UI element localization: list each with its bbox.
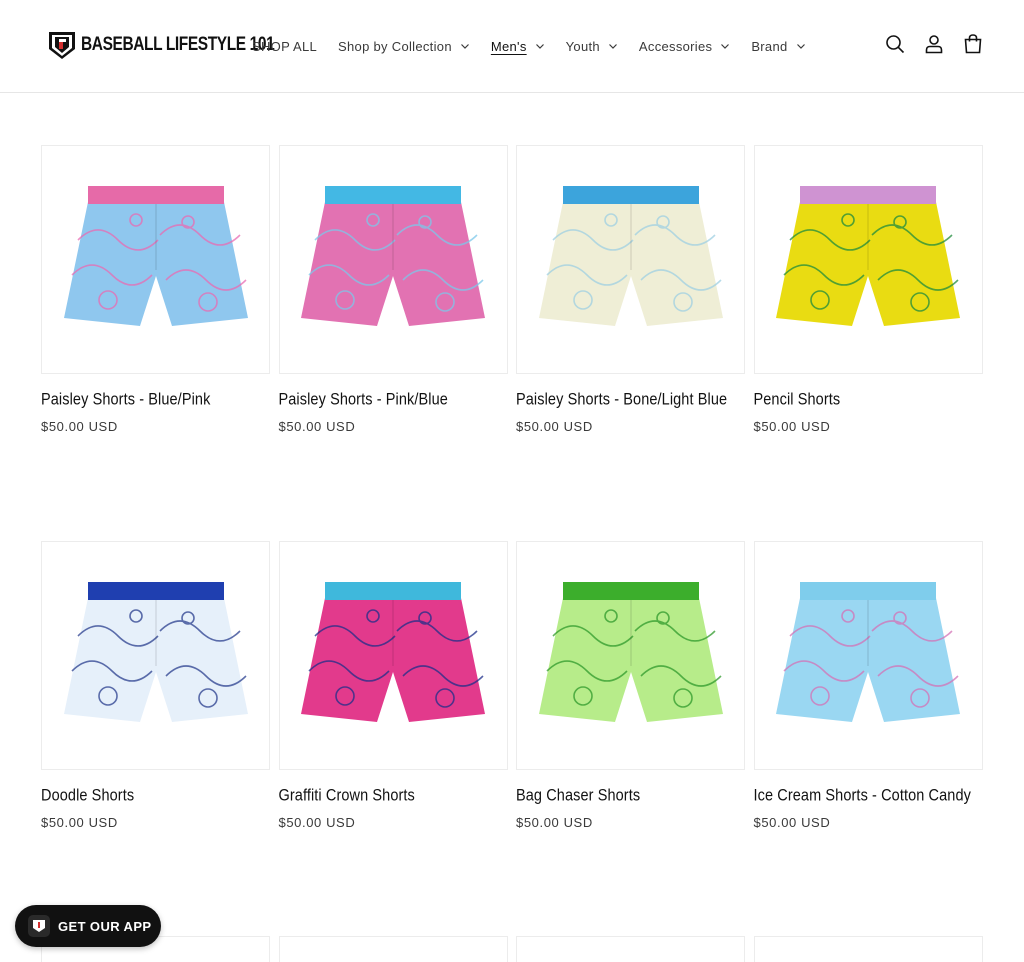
product-image[interactable] <box>278 145 508 374</box>
product-title[interactable]: Paisley Shorts - Bone/Light Blue <box>516 391 745 409</box>
product-card[interactable]: Graffiti Crown Shorts $50.00 USD <box>278 541 508 830</box>
product-image[interactable] <box>516 145 745 374</box>
shorts-image <box>301 185 485 326</box>
product-price: $50.00 USD <box>753 815 831 830</box>
site-header: BASEBALL LIFESTYLE 101 SHOP ALL Shop by C… <box>0 0 1024 93</box>
product-image[interactable] <box>753 541 983 770</box>
product-price: $50.00 USD <box>278 419 356 434</box>
product-card[interactable]: Pencil Shorts $50.00 USD <box>753 145 983 434</box>
product-card-partial[interactable] <box>516 936 745 962</box>
product-title[interactable]: Pencil Shorts <box>754 391 983 409</box>
brand-name: BASEBALL LIFESTYLE 101 <box>81 33 275 55</box>
nav-item-label: Youth <box>565 38 600 54</box>
product-title[interactable]: Ice Cream Shorts - Cotton Candy <box>754 787 983 805</box>
chevron-down-icon <box>460 44 469 49</box>
nav-item-shop-by-collection[interactable]: Shop by Collection <box>338 39 470 54</box>
nav-item-label: Accessories <box>638 38 713 54</box>
brand-logo[interactable]: BASEBALL LIFESTYLE 101 <box>46 28 275 62</box>
nav-item-youth[interactable]: Youth <box>566 39 618 54</box>
product-price: $50.00 USD <box>41 815 118 830</box>
product-title[interactable]: Bag Chaser Shorts <box>516 787 745 805</box>
product-card[interactable]: Doodle Shorts $50.00 USD <box>41 541 270 830</box>
chevron-down-icon <box>535 44 544 49</box>
cart-icon[interactable] <box>962 33 984 55</box>
shorts-image <box>63 185 248 326</box>
app-logo-icon <box>28 915 50 937</box>
nav-item-label: Men's <box>490 38 527 54</box>
product-card[interactable]: Paisley Shorts - Blue/Pink $50.00 USD <box>41 145 270 434</box>
chevron-down-icon <box>721 44 730 49</box>
product-title[interactable]: Graffiti Crown Shorts <box>279 787 508 805</box>
nav-item-men-s[interactable]: Men's <box>491 39 545 54</box>
product-title[interactable]: Doodle Shorts <box>41 787 270 805</box>
get-app-button[interactable]: GET OUR APP <box>15 905 161 947</box>
product-image[interactable] <box>41 541 270 770</box>
shorts-image <box>538 185 723 326</box>
chevron-down-icon <box>796 44 805 49</box>
shorts-image <box>776 581 960 722</box>
product-price: $50.00 USD <box>41 419 118 434</box>
nav-item-brand[interactable]: Brand <box>751 39 805 54</box>
product-price: $50.00 USD <box>516 815 593 830</box>
nav-item-shop-all[interactable]: SHOP ALL <box>252 39 317 54</box>
nav-item-label: SHOP ALL <box>252 38 318 54</box>
shorts-image <box>538 581 723 722</box>
product-image[interactable] <box>278 541 508 770</box>
product-price: $50.00 USD <box>278 815 356 830</box>
product-card-partial[interactable] <box>754 936 983 962</box>
shorts-image <box>301 581 485 722</box>
shorts-image <box>63 581 248 722</box>
product-card-partial[interactable] <box>279 936 508 962</box>
nav-item-accessories[interactable]: Accessories <box>639 39 730 54</box>
nav-item-label: Brand <box>751 38 788 54</box>
product-card[interactable]: Paisley Shorts - Pink/Blue $50.00 USD <box>278 145 508 434</box>
chevron-down-icon <box>608 44 617 49</box>
product-card[interactable]: Paisley Shorts - Bone/Light Blue $50.00 U… <box>516 145 745 434</box>
search-icon[interactable] <box>884 33 906 55</box>
nav-item-label: Shop by Collection <box>338 38 452 54</box>
product-title[interactable]: Paisley Shorts - Blue/Pink <box>41 391 270 409</box>
account-icon[interactable] <box>923 33 945 55</box>
product-title[interactable]: Paisley Shorts - Pink/Blue <box>279 391 508 409</box>
product-image[interactable] <box>516 541 745 770</box>
main-nav: SHOP ALL Shop by Collection Men's Youth Acce… <box>252 36 827 56</box>
product-card[interactable]: Bag Chaser Shorts $50.00 USD <box>516 541 745 830</box>
logo-icon <box>49 32 75 59</box>
get-app-label: GET OUR APP <box>58 918 152 934</box>
product-price: $50.00 USD <box>516 419 593 434</box>
product-card[interactable]: Ice Cream Shorts - Cotton Candy $50.00 US… <box>753 541 983 830</box>
product-image[interactable] <box>41 145 270 374</box>
header-actions <box>867 33 984 55</box>
product-image[interactable] <box>753 145 983 374</box>
product-price: $50.00 USD <box>753 419 831 434</box>
shorts-image <box>776 185 960 326</box>
